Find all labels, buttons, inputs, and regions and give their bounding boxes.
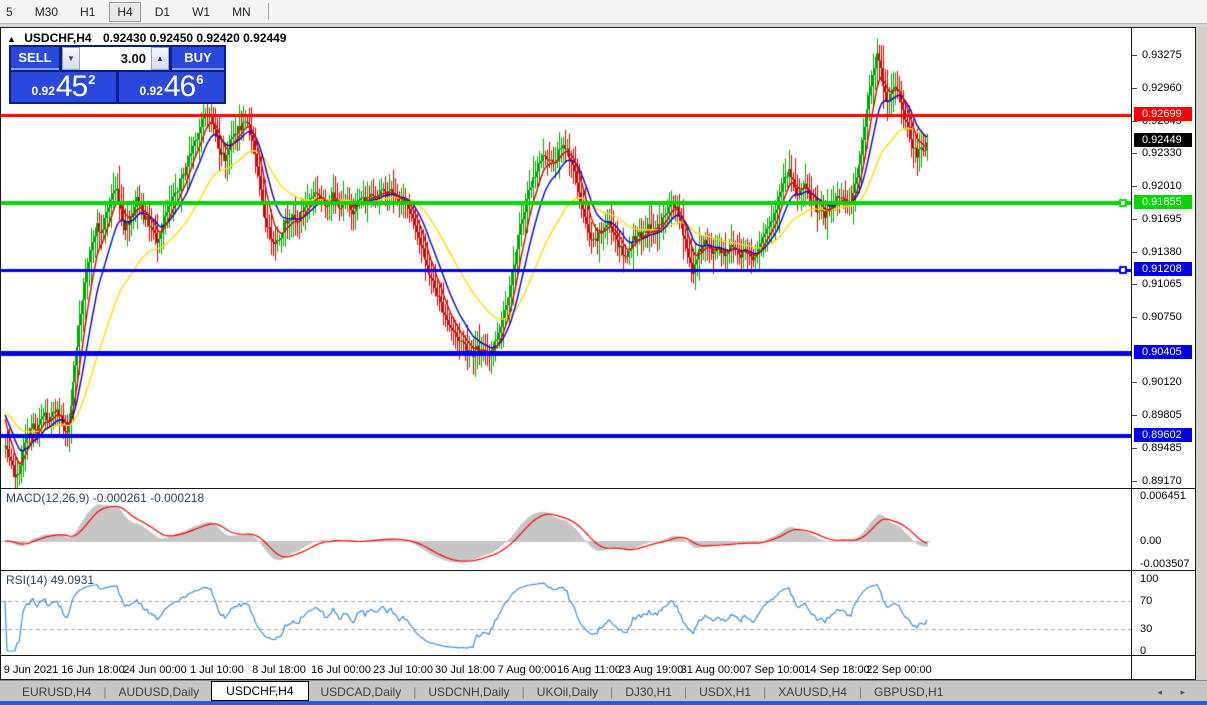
collapse-triangle-icon[interactable]: ▲ [7, 34, 16, 44]
trade-panel-top-row: SELL ▼ ▲ BUY [11, 47, 224, 70]
tab-eurusd-h4[interactable]: EURUSD,H4 [10, 683, 103, 701]
sell-price-pip: 2 [88, 72, 95, 87]
level-price-label: 0.91208 [1134, 262, 1192, 276]
price-tick: 0.93275 [1132, 49, 1196, 62]
rsi-indicator-label: RSI(14) 49.0931 [6, 573, 94, 587]
rsi-pane-canvas [1, 571, 1131, 655]
price-tick: 0.90120 [1132, 376, 1196, 389]
price-tick: 0.89485 [1132, 442, 1196, 455]
time-axis-label: 24 Jun 00:00 [123, 664, 187, 676]
time-axis[interactable]: 9 Jun 202116 Jun 18:0024 Jun 00:001 Jul … [1, 656, 1131, 680]
one-click-trade-panel: SELL ▼ ▲ BUY 0.92 45 2 0.92 46 6 [9, 45, 226, 104]
current-price-label: 0.92449 [1134, 133, 1192, 147]
timeframe-button-5[interactable]: 5 [0, 2, 21, 22]
rsi-scale-0: 0 [1132, 645, 1196, 658]
tab-ukoil-daily[interactable]: UKOil,Daily [525, 683, 610, 701]
price-axis[interactable]: 0.932750.929600.926450.923300.920100.916… [1131, 28, 1196, 679]
price-tick: 0.91380 [1132, 246, 1196, 259]
volume-increase-button[interactable]: ▲ [151, 47, 169, 70]
macd-scale-zero: 0.00 [1132, 535, 1196, 548]
level-price-label: 0.92699 [1134, 107, 1192, 121]
timeframe-button-d1[interactable]: D1 [147, 2, 178, 22]
trade-panel-price-row: 0.92 45 2 0.92 46 6 [11, 72, 224, 102]
window-right-margin [1196, 27, 1207, 680]
time-axis-label: 16 Aug 11:00 [557, 664, 621, 676]
price-tick: 0.92330 [1132, 147, 1196, 160]
chart-tab-bar: EURUSD,H4|AUDUSD,DailyUSDCHF,H4USDCAD,Da… [0, 680, 1207, 702]
level-price-label: 0.90405 [1134, 345, 1192, 359]
volume-input[interactable] [80, 47, 151, 70]
buy-price-prefix: 0.92 [140, 84, 163, 98]
price-tick: 0.91065 [1132, 278, 1196, 291]
timeframe-button-mn[interactable]: MN [224, 2, 259, 22]
timeframe-button-h1[interactable]: H1 [72, 2, 103, 22]
tab-scroll-arrows[interactable]: ◂ ▸ [1157, 687, 1193, 698]
time-axis-label: 31 Aug 00:00 [681, 664, 746, 676]
volume-decrease-button[interactable]: ▼ [62, 47, 80, 70]
tab-dj30-h1[interactable]: DJ30,H1 [613, 683, 684, 701]
tab-xauusd-h4[interactable]: XAUUSD,H4 [766, 683, 859, 701]
macd-scale-min: -0.003507 [1132, 558, 1196, 571]
rsi-scale-100: 100 [1132, 573, 1196, 586]
time-axis-label: 9 Jun 2021 [4, 664, 58, 676]
level-price-label: 0.89602 [1134, 428, 1192, 442]
price-tick: 0.92010 [1132, 180, 1196, 193]
timeframe-button-h4[interactable]: H4 [109, 2, 140, 22]
timeframe-button-w1[interactable]: W1 [184, 2, 218, 22]
tab-usdcad-daily[interactable]: USDCAD,Daily [309, 683, 414, 701]
chart-symbol: USDCHF,H4 [24, 31, 91, 45]
time-axis-label: 7 Sep 10:00 [745, 664, 804, 676]
macd-scale-max: 0.006451 [1132, 490, 1196, 503]
tab-audusd-daily[interactable]: AUDUSD,Daily [106, 683, 211, 701]
time-axis-label: 30 Jul 18:00 [435, 664, 495, 676]
level-price-label: 0.91855 [1134, 195, 1192, 209]
price-tick: 0.90750 [1132, 311, 1196, 324]
chart-ohlc-values: 0.92430 0.92450 0.92420 0.92449 [103, 31, 287, 45]
tab-usdchf-h4[interactable]: USDCHF,H4 [211, 681, 308, 701]
window-bottom-edge [0, 701, 1207, 705]
time-axis-label: 22 Sep 00:00 [866, 664, 931, 676]
time-axis-label: 7 Aug 00:00 [498, 664, 557, 676]
sell-button[interactable]: SELL [11, 47, 59, 70]
price-tick: 0.89170 [1132, 475, 1196, 488]
time-axis-label: 16 Jun 18:00 [61, 664, 125, 676]
time-axis-label: 23 Aug 19:00 [619, 664, 684, 676]
timeframe-button-m30[interactable]: M30 [27, 2, 66, 22]
buy-price-big: 46 [164, 73, 195, 101]
time-axis-label: 1 Jul 10:00 [190, 664, 244, 676]
price-tick: 0.92960 [1132, 82, 1196, 95]
time-axis-label: 14 Sep 18:00 [804, 664, 869, 676]
buy-price-pip: 6 [196, 72, 203, 87]
time-axis-label: 16 Jul 00:00 [311, 664, 371, 676]
timeframe-toolbar: 5 M30 H1 H4 D1 W1 MN [0, 0, 1207, 24]
sell-price-big: 45 [56, 73, 87, 101]
time-axis-label: 23 Jul 10:00 [373, 664, 433, 676]
sell-price-tile[interactable]: 0.92 45 2 [11, 72, 116, 102]
time-axis-label: 8 Jul 18:00 [252, 664, 306, 676]
tab-usdcnh-daily[interactable]: USDCNH,Daily [416, 683, 521, 701]
rsi-scale-70: 70 [1132, 595, 1196, 608]
toolbar-separator [268, 3, 272, 20]
chart-window: ▲ USDCHF,H4 0.92430 0.92450 0.92420 0.92… [0, 27, 1196, 680]
buy-button[interactable]: BUY [172, 47, 224, 70]
price-tick: 0.91695 [1132, 213, 1196, 226]
chart-title: ▲ USDCHF,H4 0.92430 0.92450 0.92420 0.92… [7, 31, 286, 45]
buy-price-tile[interactable]: 0.92 46 6 [119, 72, 224, 102]
tab-usdx-h1[interactable]: USDX,H1 [687, 683, 763, 701]
macd-indicator-label: MACD(12,26,9) -0.000261 -0.000218 [6, 491, 204, 505]
tab-gbpusd-h1[interactable]: GBPUSD,H1 [862, 683, 955, 701]
sell-price-prefix: 0.92 [32, 84, 55, 98]
rsi-scale-30: 30 [1132, 623, 1196, 636]
price-tick: 0.89805 [1132, 409, 1196, 422]
